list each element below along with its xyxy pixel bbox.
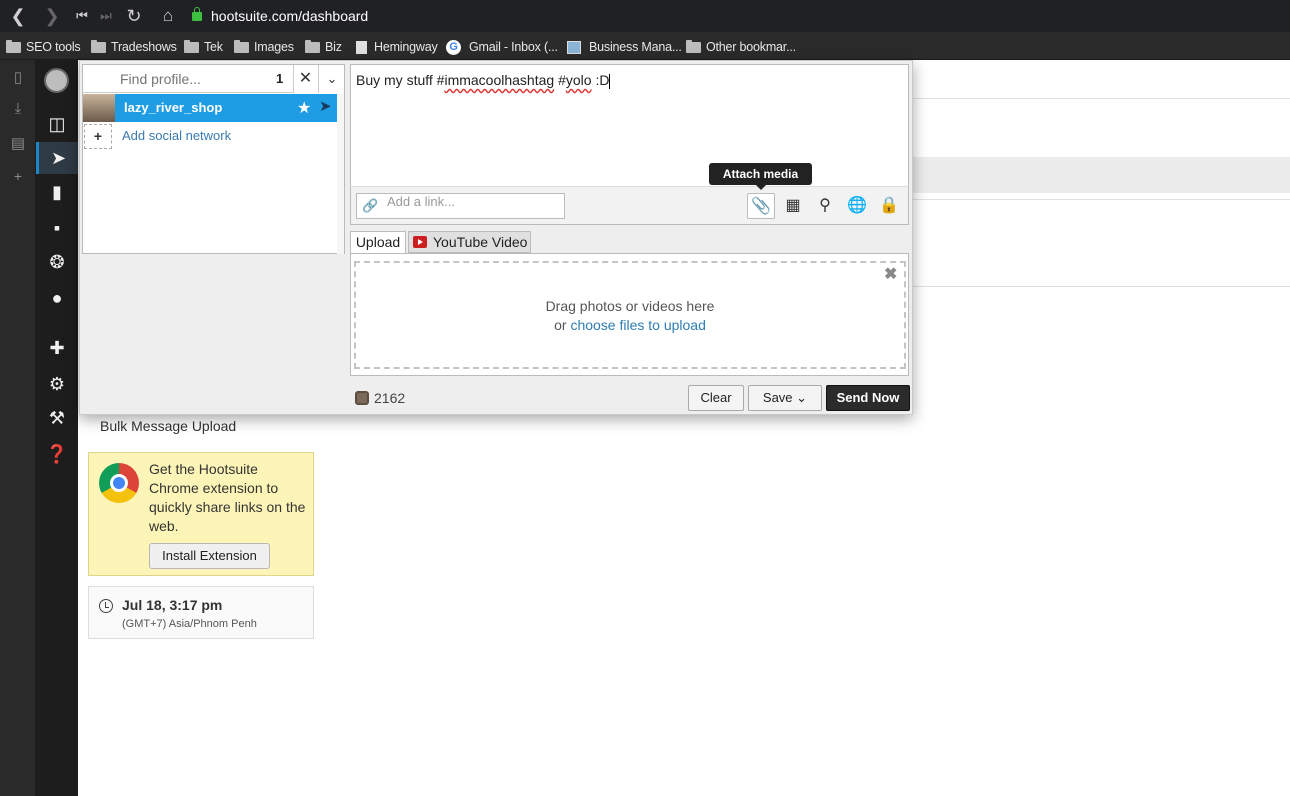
attach-media-icon[interactable]: 📎 bbox=[747, 193, 775, 219]
link-icon: 🔗 bbox=[362, 198, 379, 213]
bookmark-tek[interactable]: Tek bbox=[184, 38, 223, 56]
bookmark-business-manager[interactable]: Business Mana... bbox=[567, 38, 682, 56]
globe-icon[interactable]: 🌐 bbox=[843, 193, 871, 219]
divider bbox=[913, 98, 1290, 99]
chrome-logo-icon bbox=[99, 463, 139, 503]
skip-forward-icon[interactable]: ⏭ bbox=[94, 4, 118, 28]
choose-files-link[interactable]: choose files to upload bbox=[570, 317, 705, 333]
profile-name: lazy_river_shop bbox=[124, 100, 223, 115]
url-text: hootsuite.com/dashboard bbox=[211, 8, 369, 24]
schedule-time: Jul 18, 3:17 pm bbox=[122, 597, 223, 613]
pin-icon[interactable]: ➤ bbox=[319, 97, 332, 115]
tab-upload[interactable]: Upload bbox=[350, 231, 406, 253]
bookmark-hemingway[interactable]: Hemingway bbox=[356, 38, 438, 56]
youtube-icon bbox=[413, 236, 427, 248]
bookmark-biz[interactable]: Biz bbox=[305, 38, 342, 56]
contacts-icon[interactable]: ● bbox=[36, 282, 78, 314]
message-text: Buy my stuff #immacoolhashtag #yolo :D bbox=[356, 72, 611, 89]
bookmark-icon[interactable]: ▯ bbox=[10, 68, 26, 86]
dropzone-choose-files: or choose files to upload bbox=[554, 317, 706, 333]
streams-icon[interactable]: ◫ bbox=[36, 108, 78, 140]
folder-icon bbox=[686, 39, 701, 53]
lock-icon[interactable]: 🔒 bbox=[875, 193, 903, 219]
analytics-icon[interactable]: ▮ bbox=[36, 176, 78, 208]
profile-list-scrollbar[interactable] bbox=[337, 94, 344, 254]
chrome-extension-text: Get the Hootsuite Chrome extension to qu… bbox=[149, 461, 306, 534]
back-icon[interactable]: ❮ bbox=[6, 4, 30, 28]
calendar-icon[interactable]: ▦ bbox=[779, 193, 807, 219]
text-caret bbox=[609, 73, 611, 89]
help-icon[interactable]: ❓ bbox=[36, 438, 78, 470]
media-dropzone[interactable] bbox=[354, 261, 906, 369]
apps-icon[interactable]: ✚ bbox=[36, 332, 78, 364]
add-social-network-link[interactable]: Add social network bbox=[122, 128, 231, 143]
star-icon[interactable]: ★ bbox=[297, 98, 311, 118]
download-icon[interactable]: ⤓ bbox=[10, 100, 26, 117]
settings-gear-icon[interactable]: ⚙ bbox=[36, 368, 78, 400]
dropzone-instructions: Drag photos or videos here bbox=[545, 298, 715, 314]
clock-icon bbox=[99, 599, 113, 613]
save-button[interactable]: Save ⌄ bbox=[748, 385, 822, 411]
avatar[interactable] bbox=[44, 68, 69, 93]
page-icon bbox=[356, 40, 367, 54]
hootsuite-nav: ◫ ➤ ▮ ▪ ❂ ● ✚ ⚙ ⚒ ❓ bbox=[36, 60, 78, 796]
attach-media-tooltip: Attach media bbox=[709, 163, 812, 190]
browser-toolbar: ❮ ❯ ⏮ ⏭ ↻ ⌂ hootsuite.com/dashboard bbox=[0, 0, 1290, 32]
send-now-button[interactable]: Send Now bbox=[826, 385, 910, 411]
address-bar[interactable]: hootsuite.com/dashboard bbox=[192, 4, 368, 28]
profile-thumbnail bbox=[83, 94, 115, 122]
tools-wrench-icon[interactable]: ⚒ bbox=[36, 402, 78, 434]
assignments-icon[interactable]: ▪ bbox=[36, 212, 78, 244]
add-panel-icon[interactable]: + bbox=[10, 168, 26, 184]
clear-button[interactable]: Clear bbox=[688, 385, 744, 411]
divider bbox=[913, 286, 1290, 287]
bulk-message-upload-link[interactable]: Bulk Message Upload bbox=[100, 418, 236, 434]
selected-profile-count: 1 bbox=[276, 71, 284, 86]
instagram-icon bbox=[355, 391, 369, 405]
folder-icon bbox=[91, 39, 106, 53]
browser-sidebar: ▯ ⤓ ▤ + bbox=[0, 60, 36, 796]
timezone-label: (GMT+7) Asia/Phnom Penh bbox=[122, 618, 257, 630]
bookmark-images[interactable]: Images bbox=[234, 38, 294, 56]
add-network-icon[interactable]: + bbox=[84, 124, 112, 149]
folder-icon bbox=[234, 39, 249, 53]
find-profile-input[interactable] bbox=[83, 65, 293, 93]
character-count: 2162 bbox=[374, 390, 406, 406]
home-icon[interactable]: ⌂ bbox=[156, 4, 180, 28]
publisher-icon[interactable]: ➤ bbox=[36, 142, 78, 174]
bookmark-gmail[interactable]: G Gmail - Inbox (... bbox=[446, 38, 558, 56]
divider bbox=[913, 199, 1290, 200]
dashboard-header-bar bbox=[913, 157, 1290, 193]
reload-icon[interactable]: ↻ bbox=[122, 4, 146, 28]
forward-icon[interactable]: ❯ bbox=[40, 4, 64, 28]
folder-icon bbox=[6, 39, 21, 53]
chevron-down-icon: ⌄ bbox=[796, 390, 808, 405]
folder-icon bbox=[184, 39, 199, 53]
skip-back-icon[interactable]: ⏮ bbox=[70, 4, 94, 28]
bookmark-seo-tools[interactable]: SEO tools bbox=[6, 38, 81, 56]
folder-icon bbox=[305, 39, 320, 53]
chevron-down-icon[interactable]: ⌄ bbox=[318, 65, 345, 93]
bookmark-tradeshows[interactable]: Tradeshows bbox=[91, 38, 177, 56]
bookmark-other[interactable]: Other bookmar... bbox=[686, 38, 796, 56]
add-link-input[interactable]: Add a link... bbox=[356, 193, 565, 219]
google-icon: G bbox=[446, 39, 461, 55]
image-icon bbox=[567, 40, 581, 54]
location-pin-icon[interactable]: ⚲ bbox=[811, 193, 839, 219]
close-icon[interactable]: ✖ bbox=[884, 264, 897, 284]
install-extension-button[interactable]: Install Extension bbox=[149, 543, 270, 569]
notes-icon[interactable]: ▤ bbox=[10, 134, 26, 152]
lock-icon bbox=[192, 6, 202, 21]
campaigns-icon[interactable]: ❂ bbox=[36, 246, 78, 278]
clear-selection-icon[interactable]: ✕ bbox=[293, 65, 317, 93]
